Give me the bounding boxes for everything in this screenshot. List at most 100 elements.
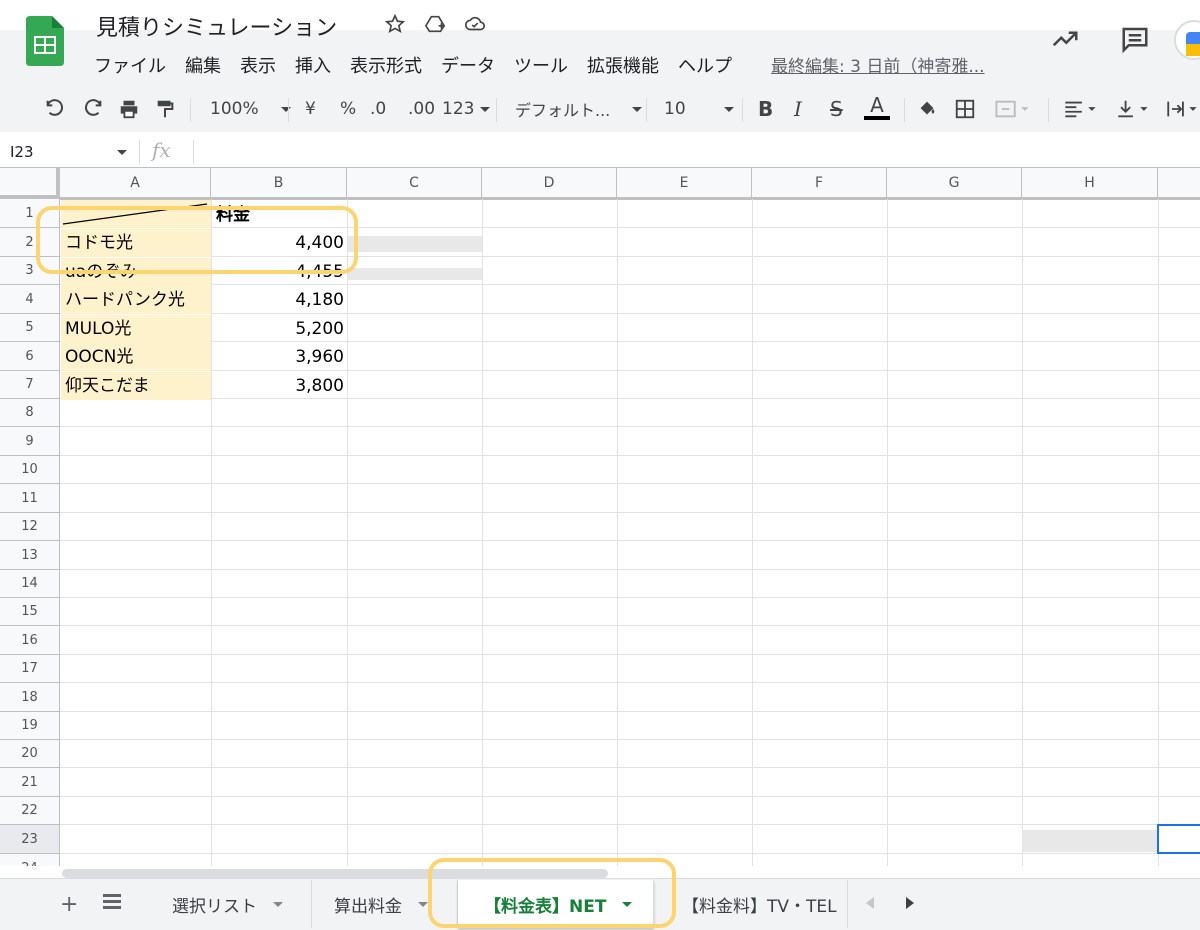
paint-format-icon[interactable]	[154, 96, 176, 122]
column-header-h[interactable]: H	[1022, 168, 1158, 199]
scrollbar-thumb[interactable]	[62, 869, 608, 878]
row-header-8[interactable]: 8	[0, 399, 60, 427]
cell-a2[interactable]: コドモ光	[61, 229, 211, 257]
chevron-down-icon[interactable]	[117, 150, 127, 155]
menu-help[interactable]: ヘルプ	[678, 52, 732, 78]
bold-icon[interactable]: B	[758, 96, 773, 122]
selected-cell-i23[interactable]	[1157, 824, 1200, 854]
cell-b5[interactable]: 5,200	[212, 315, 344, 343]
cell-a1[interactable]	[61, 200, 211, 228]
column-header-d[interactable]: D	[482, 168, 617, 199]
sheet-tab-tv-tel[interactable]: 【料金料】TV・TEL	[668, 880, 848, 928]
cell-a5[interactable]: MULO光	[61, 315, 211, 343]
row-header-23[interactable]: 23	[0, 825, 60, 854]
column-header-a[interactable]: A	[60, 168, 211, 199]
strikethrough-icon[interactable]: S	[830, 96, 843, 122]
cell-b6[interactable]: 3,960	[212, 343, 344, 371]
percent-button[interactable]: %	[340, 96, 356, 122]
increase-decimal-button[interactable]: .00	[408, 96, 435, 122]
borders-icon[interactable]	[954, 96, 976, 122]
chevron-down-icon[interactable]	[273, 901, 283, 907]
row-header-7[interactable]: 7	[0, 371, 60, 399]
font-size-select[interactable]: 10	[664, 96, 734, 122]
move-to-drive-icon[interactable]	[424, 13, 446, 35]
sheet-tab-select-list[interactable]: 選択リスト	[150, 880, 312, 928]
row-header-19[interactable]: 19	[0, 712, 60, 740]
add-sheet-button[interactable]: +	[60, 892, 78, 917]
sheet-tab-calc-fee[interactable]: 算出料金	[312, 880, 458, 928]
row-header-18[interactable]: 18	[0, 683, 60, 712]
cloud-saved-icon[interactable]	[464, 13, 486, 35]
column-header-b[interactable]: B	[211, 168, 347, 199]
menu-format[interactable]: 表示形式	[350, 52, 422, 78]
formula-input[interactable]	[200, 138, 1190, 166]
menu-insert[interactable]: 挿入	[295, 52, 331, 78]
cell-a3[interactable]: uaのぞみ	[61, 258, 211, 286]
sheets-logo-icon[interactable]	[26, 16, 64, 66]
cell-b2[interactable]: 4,400	[212, 229, 344, 257]
font-select[interactable]: デフォルト...	[515, 96, 643, 122]
row-header-17[interactable]: 17	[0, 655, 60, 683]
row-header-5[interactable]: 5	[0, 314, 60, 342]
row-header-6[interactable]: 6	[0, 342, 60, 371]
sheet-tab-fee-table-net[interactable]: 【料金表】NET	[458, 880, 654, 928]
menu-tools[interactable]: ツール	[514, 52, 568, 78]
row-header-3[interactable]: 3	[0, 257, 60, 285]
column-header-g[interactable]: G	[887, 168, 1022, 199]
scroll-tabs-left-icon[interactable]	[866, 897, 874, 909]
redo-icon[interactable]	[82, 96, 104, 122]
document-title[interactable]: 見積りシミュレーション	[96, 10, 337, 42]
row-header-4[interactable]: 4	[0, 285, 60, 314]
merge-cells-icon[interactable]	[992, 96, 1032, 122]
menu-data[interactable]: データ	[441, 52, 495, 78]
italic-icon[interactable]: I	[794, 96, 802, 122]
row-header-13[interactable]: 13	[0, 541, 60, 570]
scroll-tabs-right-icon[interactable]	[906, 897, 914, 909]
row-header-14[interactable]: 14	[0, 570, 60, 598]
fill-color-icon[interactable]	[916, 96, 938, 122]
currency-button[interactable]: ¥	[305, 96, 316, 122]
row-header-2[interactable]: 2	[0, 228, 60, 257]
row-header-1[interactable]: 1	[0, 199, 60, 228]
column-header-i[interactable]	[1158, 168, 1200, 199]
trend-icon[interactable]	[1050, 24, 1080, 58]
row-header-15[interactable]: 15	[0, 598, 60, 626]
horizontal-align-icon[interactable]	[1062, 96, 1098, 122]
more-formats-select[interactable]: 123	[442, 96, 491, 122]
row-header-20[interactable]: 20	[0, 740, 60, 768]
row-header-9[interactable]: 9	[0, 427, 60, 456]
cell-a6[interactable]: OOCN光	[61, 343, 211, 371]
row-header-11[interactable]: 11	[0, 484, 60, 513]
row-header-21[interactable]: 21	[0, 768, 60, 797]
row-header-16[interactable]: 16	[0, 626, 60, 655]
row-header-10[interactable]: 10	[0, 456, 60, 484]
menu-extensions[interactable]: 拡張機能	[587, 52, 659, 78]
cell-b1[interactable]: 料金	[216, 202, 344, 228]
text-color-icon[interactable]: A	[864, 94, 890, 126]
zoom-select[interactable]: 100%	[210, 96, 291, 122]
cell-a7[interactable]: 仰天こだま	[61, 372, 211, 400]
cell-b4[interactable]: 4,180	[212, 286, 344, 314]
print-icon[interactable]	[118, 96, 140, 122]
vertical-align-icon[interactable]	[1114, 96, 1150, 122]
comment-icon[interactable]	[1120, 24, 1150, 58]
column-header-c[interactable]: C	[347, 168, 482, 199]
menu-file[interactable]: ファイル	[94, 52, 166, 78]
all-sheets-icon[interactable]	[103, 894, 121, 912]
cell-a4[interactable]: ハードパンク光	[61, 286, 211, 314]
row-header-12[interactable]: 12	[0, 513, 60, 541]
menu-view[interactable]: 表示	[240, 52, 276, 78]
undo-icon[interactable]	[44, 96, 66, 122]
column-header-f[interactable]: F	[752, 168, 887, 199]
menu-edit[interactable]: 編集	[185, 52, 221, 78]
last-edit-link[interactable]: 最終編集: 3 日前（神寄雅...	[771, 52, 985, 77]
star-icon[interactable]	[384, 13, 406, 35]
text-wrap-icon[interactable]	[1164, 96, 1200, 122]
cell-b7[interactable]: 3,800	[212, 372, 344, 400]
chevron-down-icon[interactable]	[418, 901, 428, 907]
chevron-down-icon[interactable]	[622, 901, 633, 907]
cell-b3[interactable]: 4,455	[212, 258, 344, 286]
row-header-22[interactable]: 22	[0, 797, 60, 825]
select-all-corner[interactable]	[0, 168, 60, 199]
decrease-decimal-button[interactable]: .0	[370, 96, 386, 122]
